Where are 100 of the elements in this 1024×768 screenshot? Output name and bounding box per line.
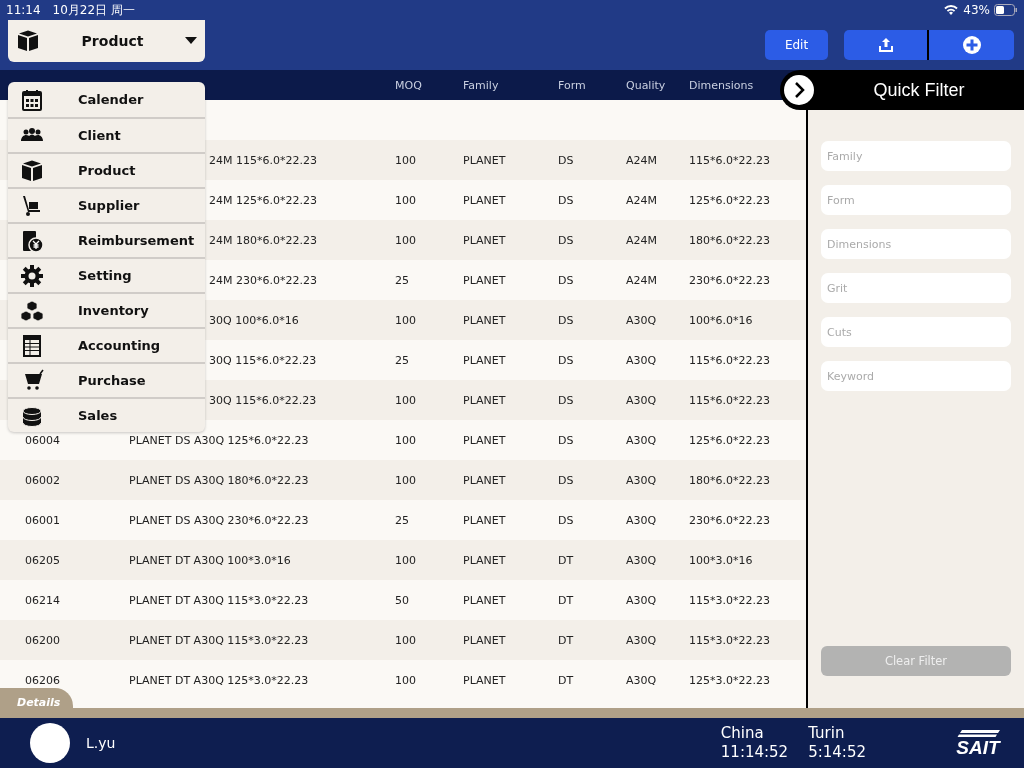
menu-item[interactable]: Purchase — [8, 362, 205, 397]
battery-icon — [994, 4, 1018, 16]
filter-field[interactable]: Family — [821, 141, 1011, 171]
table-cell: DS — [558, 393, 574, 407]
column-header[interactable]: Family — [463, 78, 499, 92]
upload-icon — [877, 37, 894, 53]
add-button[interactable] — [929, 30, 1014, 60]
table-cell: PLANET — [463, 393, 506, 407]
table-cell: 100*3.0*16 — [689, 553, 753, 567]
filter-field[interactable]: Cuts — [821, 317, 1011, 347]
table-cell: 50 — [395, 593, 409, 607]
menu-item[interactable]: Accounting — [8, 327, 205, 362]
table-cell: 100 — [395, 233, 416, 247]
table-cell: PLANET — [463, 153, 506, 167]
table-cell: 06001 — [25, 513, 60, 527]
dropdown-caret-icon — [185, 37, 197, 45]
table-cell: 06205 — [25, 553, 60, 567]
table-cell: A30Q — [626, 633, 657, 647]
table-cell: DT — [558, 673, 574, 687]
menu-item[interactable]: Supplier — [8, 187, 205, 222]
table-cell: DS — [558, 233, 574, 247]
table-cell: 100 — [395, 193, 416, 207]
table-cell: 24M 180*6.0*22.23 — [209, 233, 317, 247]
table-cell: PLANET — [463, 593, 506, 607]
table-cell: 24M 125*6.0*22.23 — [209, 193, 317, 207]
menu-item[interactable]: Calender — [8, 82, 205, 117]
table-cell: 100 — [395, 473, 416, 487]
table-cell: DS — [558, 433, 574, 447]
table-cell: DS — [558, 273, 574, 287]
column-header[interactable]: Dimensions — [689, 78, 754, 92]
module-dropdown[interactable]: Product — [8, 20, 205, 62]
menu-item[interactable]: Product — [8, 152, 205, 187]
table-cell: 24M 115*6.0*22.23 — [209, 153, 317, 167]
table-cell: 100 — [395, 433, 416, 447]
table-cell: DS — [558, 153, 574, 167]
avatar[interactable] — [30, 723, 70, 763]
menu-item[interactable]: Sales — [8, 397, 205, 432]
menu-item[interactable]: Client — [8, 117, 205, 152]
clock-city: China — [720, 724, 765, 743]
table-cell: PLANET — [463, 473, 506, 487]
money-document-icon — [20, 228, 44, 253]
table-cell: 06214 — [25, 593, 60, 607]
table-cell: 125*3.0*22.23 — [689, 673, 770, 687]
table-cell: 06004 — [25, 433, 60, 447]
edit-button[interactable]: Edit — [765, 30, 828, 60]
collapse-chevron-icon[interactable] — [784, 75, 814, 105]
table-cell: 30Q 115*6.0*22.23 — [209, 393, 317, 407]
menu-item[interactable]: Reimbursement — [8, 222, 205, 257]
calendar-icon — [20, 87, 44, 112]
table-cell: A30Q — [626, 433, 657, 447]
table-cell: PLANET — [463, 553, 506, 567]
table-cell: A24M — [626, 153, 657, 167]
logo-stripes-icon — [956, 729, 1000, 738]
table-cell: 25 — [395, 513, 409, 527]
table-cell: PLANET — [463, 193, 506, 207]
column-header[interactable]: MOQ — [395, 78, 422, 92]
table-cell: 100 — [395, 153, 416, 167]
table-cell: 180*6.0*22.23 — [689, 473, 770, 487]
battery-percent: 43% — [963, 3, 990, 17]
table-cell: DS — [558, 193, 574, 207]
table-cell: A30Q — [626, 673, 657, 687]
table-cell: A30Q — [626, 593, 657, 607]
table-cell: A24M — [626, 193, 657, 207]
table-cell: PLANET — [463, 313, 506, 327]
table-cell: PLANET — [463, 513, 506, 527]
menu-item[interactable]: Setting — [8, 257, 205, 292]
table-cell: A24M — [626, 273, 657, 287]
table-cell: 115*6.0*22.23 — [689, 353, 770, 367]
menu-item[interactable]: Inventory — [8, 292, 205, 327]
column-header[interactable]: Quality — [626, 78, 666, 92]
filter-field[interactable]: Grit — [821, 273, 1011, 303]
table-cell: 100*6.0*16 — [689, 313, 753, 327]
wifi-icon — [943, 4, 960, 16]
table-cell: 125*6.0*22.23 — [689, 433, 770, 447]
user-name: L.yu — [86, 735, 116, 751]
table-cell: 25 — [395, 353, 409, 367]
spreadsheet-icon — [20, 333, 44, 358]
clock-city: Turin — [808, 724, 846, 743]
table-cell: 115*6.0*22.23 — [689, 393, 770, 407]
table-cell: 115*3.0*22.23 — [689, 633, 770, 647]
table-cell: PLANET — [463, 233, 506, 247]
table-cell: A30Q — [626, 513, 657, 527]
filter-field[interactable]: Form — [821, 185, 1011, 215]
table-cell: 230*6.0*22.23 — [689, 273, 770, 287]
filter-field[interactable]: Keyword — [821, 361, 1011, 391]
column-header[interactable]: Form — [558, 78, 586, 92]
box-icon — [16, 29, 40, 53]
table-cell: DT — [558, 593, 574, 607]
table-cell: 100 — [395, 633, 416, 647]
upload-button[interactable] — [844, 30, 929, 60]
filter-field[interactable]: Dimensions — [821, 229, 1011, 259]
table-cell: 115*3.0*22.23 — [689, 593, 770, 607]
status-time: 11:14 — [6, 3, 41, 17]
table-cell: 100 — [395, 393, 416, 407]
table-cell: 100 — [395, 313, 416, 327]
logo: SAIT — [956, 737, 1000, 757]
table-cell: PLANET — [463, 353, 506, 367]
table-cell: PLANET DS A30Q 125*6.0*22.23 — [129, 433, 309, 447]
table-cell: 230*6.0*22.23 — [689, 513, 770, 527]
table-cell: 100 — [395, 553, 416, 567]
